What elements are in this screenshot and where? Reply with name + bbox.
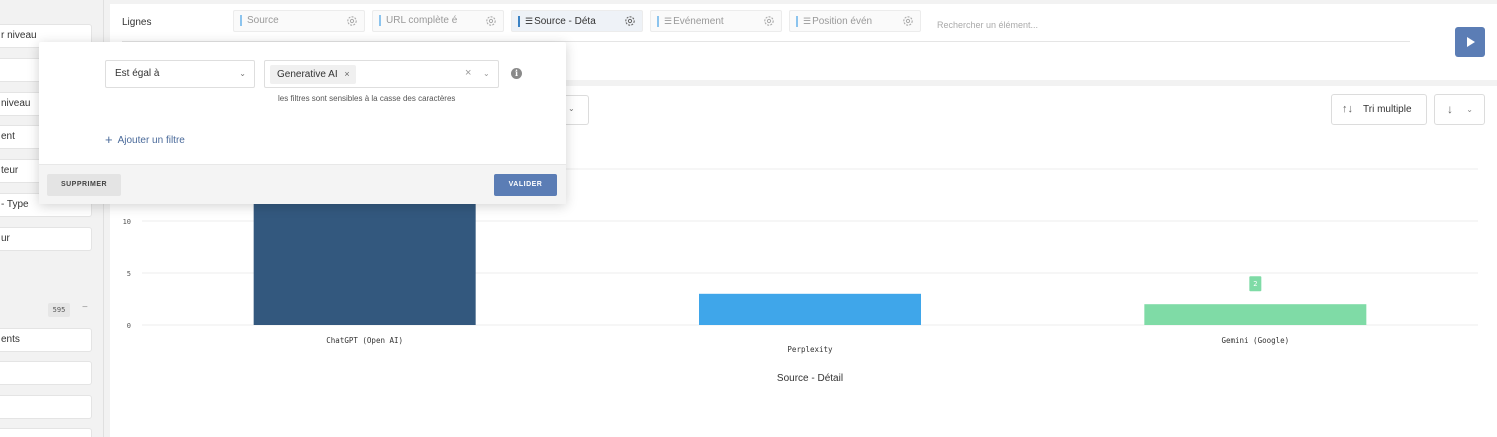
data-label: 2	[1253, 280, 1257, 288]
y-tick-label: 10	[123, 218, 131, 226]
gear-icon[interactable]	[902, 15, 914, 27]
chip-label: Position évén	[812, 16, 873, 27]
validate-button[interactable]: VALIDER	[494, 174, 557, 196]
sidebar-item[interactable]	[0, 395, 92, 419]
gear-icon[interactable]	[346, 15, 358, 27]
rows-label: Lignes	[122, 17, 152, 28]
row-chip-event[interactable]: ☰Evénement	[650, 10, 782, 32]
popup-footer: SUPPRIMER VALIDER	[39, 164, 566, 204]
row-chip-url[interactable]: URL complète é	[372, 10, 504, 32]
chip-label: Evénement	[673, 16, 724, 27]
filter-lines-icon: ☰	[664, 16, 673, 26]
chip-marker	[379, 14, 381, 26]
sidebar-item[interactable]	[0, 428, 92, 437]
chip-label: Source - Déta	[534, 16, 596, 27]
gear-icon[interactable]	[763, 15, 775, 27]
x-axis-title: Source - Détail	[777, 373, 843, 384]
filter-lines-icon: ☰	[525, 16, 534, 26]
operator-value: Est égal à	[115, 68, 160, 79]
case-sensitivity-hint: les filtres sont sensibles à la casse de…	[278, 94, 456, 103]
gear-icon[interactable]	[624, 15, 636, 27]
collapse-icon[interactable]: −	[82, 302, 88, 313]
chip-label: Source	[247, 15, 279, 26]
remove-tag-icon[interactable]: ×	[344, 65, 349, 84]
value-tag: Generative AI ×	[270, 65, 356, 84]
y-tick-label: 0	[127, 322, 131, 330]
chip-marker	[657, 15, 659, 27]
y-tick-label: 5	[127, 270, 131, 278]
x-tick-label: ChatGPT (Open AI)	[326, 336, 403, 345]
chip-marker	[240, 14, 242, 26]
sidebar-item[interactable]: ents	[0, 328, 92, 352]
row-chip-event-position[interactable]: ☰Position évén	[789, 10, 921, 32]
x-tick-label: Perplexity	[787, 345, 833, 354]
chip-marker	[796, 15, 798, 27]
sidebar-item[interactable]: ur	[0, 227, 92, 251]
chevron-down-icon: ⌄	[239, 69, 246, 78]
sidebar-count-badge: 595	[48, 303, 70, 317]
filter-lines-icon: ☰	[803, 16, 812, 26]
row-chip-source[interactable]: Source	[233, 10, 365, 32]
plus-icon: +	[105, 132, 113, 147]
info-icon[interactable]: i	[511, 68, 522, 79]
delete-button[interactable]: SUPPRIMER	[47, 174, 121, 196]
clear-icon[interactable]: ×	[465, 67, 471, 79]
add-filter-label: Ajouter un filtre	[117, 135, 185, 146]
x-tick-label: Gemini (Google)	[1221, 336, 1289, 345]
chip-label: URL complète é	[386, 15, 458, 26]
add-filter-link[interactable]: + Ajouter un filtre	[105, 132, 185, 147]
element-search-input[interactable]: Rechercher un élément...	[937, 20, 1038, 30]
filter-popup: Est égal à ⌄ Generative AI × × ⌄ i les f…	[39, 42, 566, 204]
gear-icon[interactable]	[485, 15, 497, 27]
operator-select[interactable]: Est égal à ⌄	[105, 60, 255, 88]
bar	[1144, 304, 1367, 325]
chip-marker	[518, 15, 520, 27]
chevron-down-icon[interactable]: ⌄	[483, 69, 490, 78]
value-tag-label: Generative AI	[277, 69, 338, 80]
bar	[699, 293, 921, 325]
filter-value-select[interactable]: Generative AI × × ⌄	[264, 60, 499, 88]
sidebar-item[interactable]	[0, 361, 92, 385]
row-chip-source-detail[interactable]: ☰Source - Déta	[511, 10, 643, 32]
run-button[interactable]	[1455, 27, 1485, 57]
